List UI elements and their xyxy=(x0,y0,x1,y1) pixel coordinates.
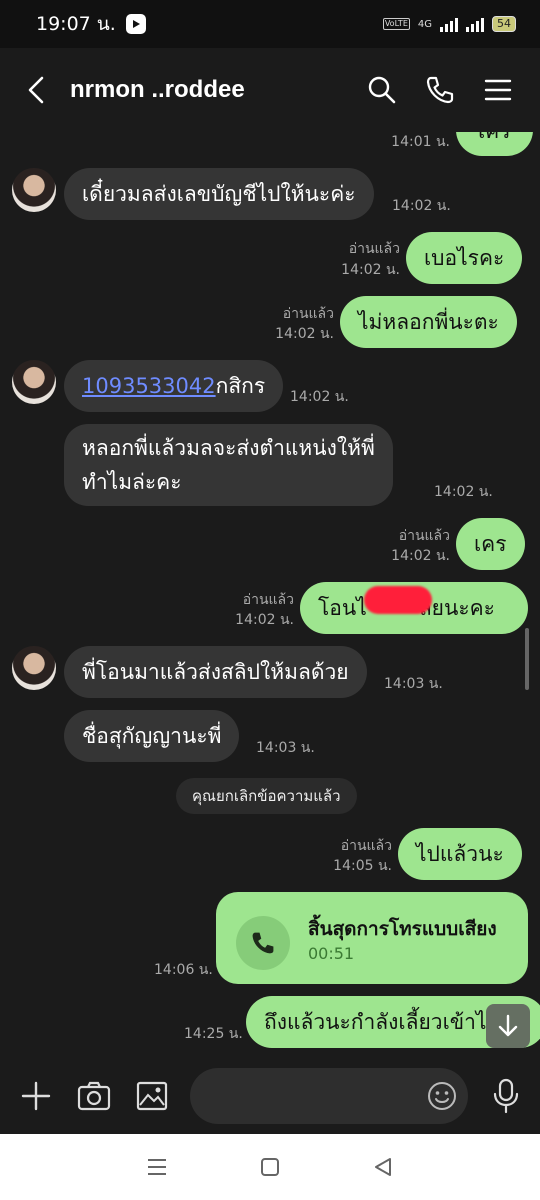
message-text: ชื่อสุกัญญานะพี่ xyxy=(82,724,222,748)
account-number-link[interactable]: 1093533042 xyxy=(82,369,216,403)
recent-apps-icon[interactable] xyxy=(137,1147,177,1187)
microphone-icon[interactable] xyxy=(486,1074,526,1118)
message-time: 14:25 น. xyxy=(184,1026,243,1042)
emoji-icon[interactable] xyxy=(426,1080,458,1112)
message-text: พี่โอนมาแล้วส่งสลิปให้มลด้วย xyxy=(82,660,349,684)
read-receipt: อ่านแล้ว xyxy=(282,306,334,322)
message-text-line-2: ทำไมล่ะคะ xyxy=(82,470,182,494)
message-time: 14:02 น. xyxy=(434,484,493,500)
message-text: เคร xyxy=(474,532,507,556)
search-icon[interactable] xyxy=(366,74,398,106)
message-text-line-1: หลอกพี่แล้วมลจะส่งตำแหน่งให้พี่ xyxy=(82,436,375,460)
message-text: ไปแล้วนะ xyxy=(416,842,504,866)
message-time: 14:01 น. xyxy=(391,134,450,150)
camera-icon[interactable] xyxy=(72,1074,116,1118)
message-time: 14:03 น. xyxy=(384,676,443,692)
avatar[interactable] xyxy=(12,360,56,404)
read-receipt: อ่านแล้ว xyxy=(398,528,450,544)
chat-messages[interactable]: เคร 14:01 น. เดี๋ยวมลส่งเลขบัญชีไปให้นะค… xyxy=(0,118,540,1058)
image-icon[interactable] xyxy=(130,1074,174,1118)
battery-icon: 54 xyxy=(492,16,516,32)
avatar[interactable] xyxy=(12,168,56,212)
outgoing-message[interactable]: เบอไรคะ xyxy=(406,232,523,284)
outgoing-message[interactable]: ไม่หลอกพี่นะตะ xyxy=(340,296,517,348)
incoming-message[interactable]: เดี๋ยวมลส่งเลขบัญชีไปให้นะค่ะ xyxy=(64,168,374,220)
voice-call-message[interactable]: สิ้นสุดการโทรแบบเสียง 00:51 xyxy=(216,892,528,984)
system-notice: คุณยกเลิกข้อความแล้ว xyxy=(176,778,357,814)
message-time: 14:06 น. xyxy=(154,962,213,978)
volte-icon: VoLTE xyxy=(382,18,410,30)
message-input-bar xyxy=(0,1058,540,1134)
outgoing-message[interactable]: ไปแล้วนะ xyxy=(398,828,522,880)
message-text: กสิกร xyxy=(215,374,266,398)
message-input[interactable] xyxy=(190,1068,468,1124)
read-receipt: อ่านแล้ว xyxy=(340,838,392,854)
read-receipt: อ่านแล้ว xyxy=(242,592,294,608)
back-arrow-icon[interactable] xyxy=(26,70,56,110)
scrollbar[interactable] xyxy=(525,628,529,690)
read-receipt: อ่านแล้ว xyxy=(348,241,400,257)
phone-icon[interactable] xyxy=(424,74,456,106)
scroll-down-button[interactable] xyxy=(486,1004,530,1048)
status-time: 19:07 น. xyxy=(36,13,116,35)
redaction-mark xyxy=(364,586,432,614)
chat-title[interactable]: nrmon ..roddee xyxy=(70,76,245,104)
message-time: 14:02 น. xyxy=(235,612,294,628)
app-notification-icon xyxy=(125,14,146,34)
network-type: 4G xyxy=(417,18,432,30)
message-text: เบอไรคะ xyxy=(424,246,505,270)
system-navigation-bar xyxy=(0,1134,540,1200)
home-icon[interactable] xyxy=(250,1147,290,1187)
message-time: 14:02 น. xyxy=(290,389,349,405)
outgoing-message[interactable]: เคร xyxy=(456,518,525,570)
message-text-start: โอนไ xyxy=(318,596,367,620)
incoming-message[interactable]: หลอกพี่แล้วมลจะส่งตำแหน่งให้พี่ ทำไมล่ะค… xyxy=(64,424,393,506)
chat-header: nrmon ..roddee xyxy=(0,48,540,132)
signal-icon-2 xyxy=(466,16,484,32)
avatar[interactable] xyxy=(12,646,56,690)
message-time: 14:02 น. xyxy=(275,326,334,342)
incoming-message[interactable]: 1093533042 กสิกร xyxy=(64,360,284,412)
call-status: สิ้นสุดการโทรแบบเสียง xyxy=(308,918,497,940)
message-time: 14:02 น. xyxy=(391,548,450,564)
message-text: ถึงแล้วนะกำลังเลี้ยวเข้าไ xyxy=(264,1010,487,1034)
message-text: เดี๋ยวมลส่งเลขบัญชีไปให้นะค่ะ xyxy=(82,182,356,206)
message-text: ไม่หลอกพี่นะตะ xyxy=(358,310,499,334)
signal-icon xyxy=(440,16,458,32)
status-bar: 19:07 น. VoLTE 4G 54 xyxy=(0,0,540,48)
phone-call-icon xyxy=(236,916,290,970)
message-time: 14:02 น. xyxy=(392,198,451,214)
back-nav-icon[interactable] xyxy=(363,1147,403,1187)
call-duration: 00:51 xyxy=(308,944,355,963)
status-indicators: VoLTE 4G 54 xyxy=(382,16,516,32)
incoming-message[interactable]: พี่โอนมาแล้วส่งสลิปให้มลด้วย xyxy=(64,646,367,698)
plus-icon[interactable] xyxy=(14,1074,58,1118)
menu-icon[interactable] xyxy=(482,74,514,106)
message-time: 14:05 น. xyxy=(333,858,392,874)
message-time: 14:02 น. xyxy=(341,262,400,278)
incoming-message[interactable]: ชื่อสุกัญญานะพี่ xyxy=(64,710,240,762)
message-time: 14:03 น. xyxy=(256,740,315,756)
